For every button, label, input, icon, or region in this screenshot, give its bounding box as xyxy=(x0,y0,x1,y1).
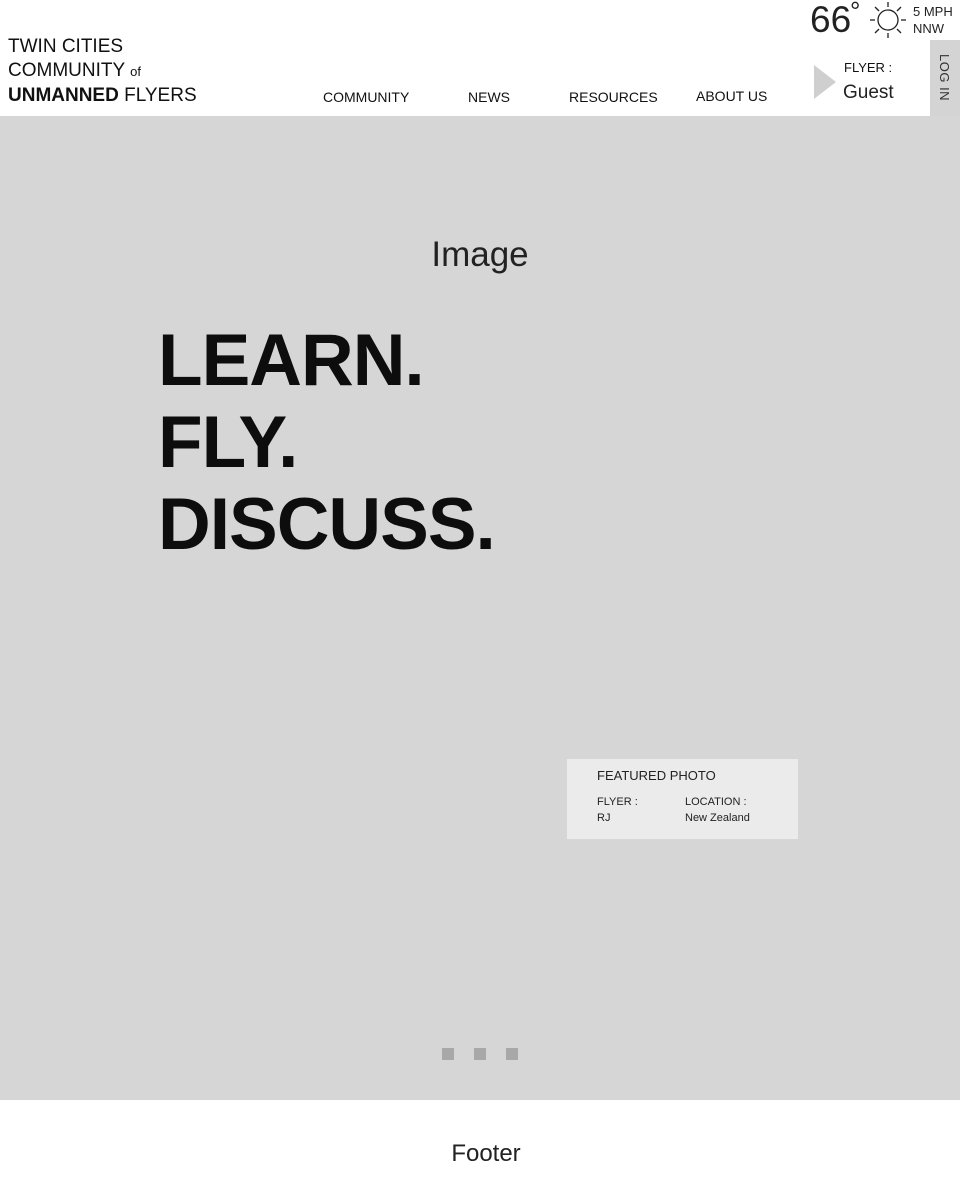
featured-flyer-label: FLYER : xyxy=(597,796,638,808)
wind-direction: NNW xyxy=(913,21,945,36)
wind-info: 5 MPH NNW xyxy=(913,3,953,37)
featured-location-label: LOCATION : xyxy=(685,796,747,808)
featured-photo-card[interactable]: FEATURED PHOTO FLYER : RJ LOCATION : New… xyxy=(567,759,798,839)
carousel-dot-2[interactable] xyxy=(474,1048,486,1060)
flyer-name: Guest xyxy=(843,82,894,103)
sun-icon xyxy=(870,2,906,38)
site-footer: Footer xyxy=(0,1100,960,1200)
nav-resources[interactable]: RESOURCES xyxy=(569,89,658,105)
degree-symbol: ° xyxy=(850,0,861,26)
wind-speed: 5 MPH xyxy=(913,4,953,19)
nav-news[interactable]: NEWS xyxy=(468,89,510,105)
login-button[interactable]: LOG IN xyxy=(930,40,960,116)
tagline-discuss: DISCUSS. xyxy=(158,484,496,565)
featured-location-value: New Zealand xyxy=(685,812,750,824)
featured-flyer-value: RJ xyxy=(597,812,611,824)
play-icon[interactable] xyxy=(814,65,836,99)
temperature: 66 xyxy=(810,0,852,40)
logo-line-1: TWIN CITIES xyxy=(8,36,124,57)
flyer-label: FLYER : xyxy=(844,60,893,75)
nav-community[interactable]: COMMUNITY xyxy=(323,89,409,105)
site-header: TWIN CITIES COMMUNITY of UNMANNED FLYERS… xyxy=(0,0,960,116)
login-label: LOG IN xyxy=(937,54,952,102)
weather-widget: 66 ° 5 MPH NNW xyxy=(800,0,960,40)
logo-line-3: UNMANNED FLYERS xyxy=(8,84,197,108)
carousel-dot-3[interactable] xyxy=(506,1048,518,1060)
site-logo[interactable]: TWIN CITIES COMMUNITY of UNMANNED FLYERS xyxy=(8,35,197,108)
hero-section: Image LEARN. FLY. DISCUSS. FEATURED PHOT… xyxy=(0,116,960,1100)
logo-community: COMMUNITY xyxy=(8,60,125,81)
logo-unmanned: UNMANNED xyxy=(8,85,119,106)
logo-of: of xyxy=(130,64,141,79)
carousel-dot-1[interactable] xyxy=(442,1048,454,1060)
nav-about-us[interactable]: ABOUT US xyxy=(696,88,767,104)
hero-tagline: LEARN. FLY. DISCUSS. xyxy=(158,320,496,566)
tagline-fly: FLY. xyxy=(158,402,298,483)
tagline-learn: LEARN. xyxy=(158,320,425,401)
logo-flyers: FLYERS xyxy=(124,85,197,106)
logo-line-2: COMMUNITY of xyxy=(8,59,197,84)
hero-image-placeholder: Image xyxy=(431,235,529,274)
footer-placeholder: Footer xyxy=(451,1140,521,1167)
featured-title: FEATURED PHOTO xyxy=(597,768,716,783)
